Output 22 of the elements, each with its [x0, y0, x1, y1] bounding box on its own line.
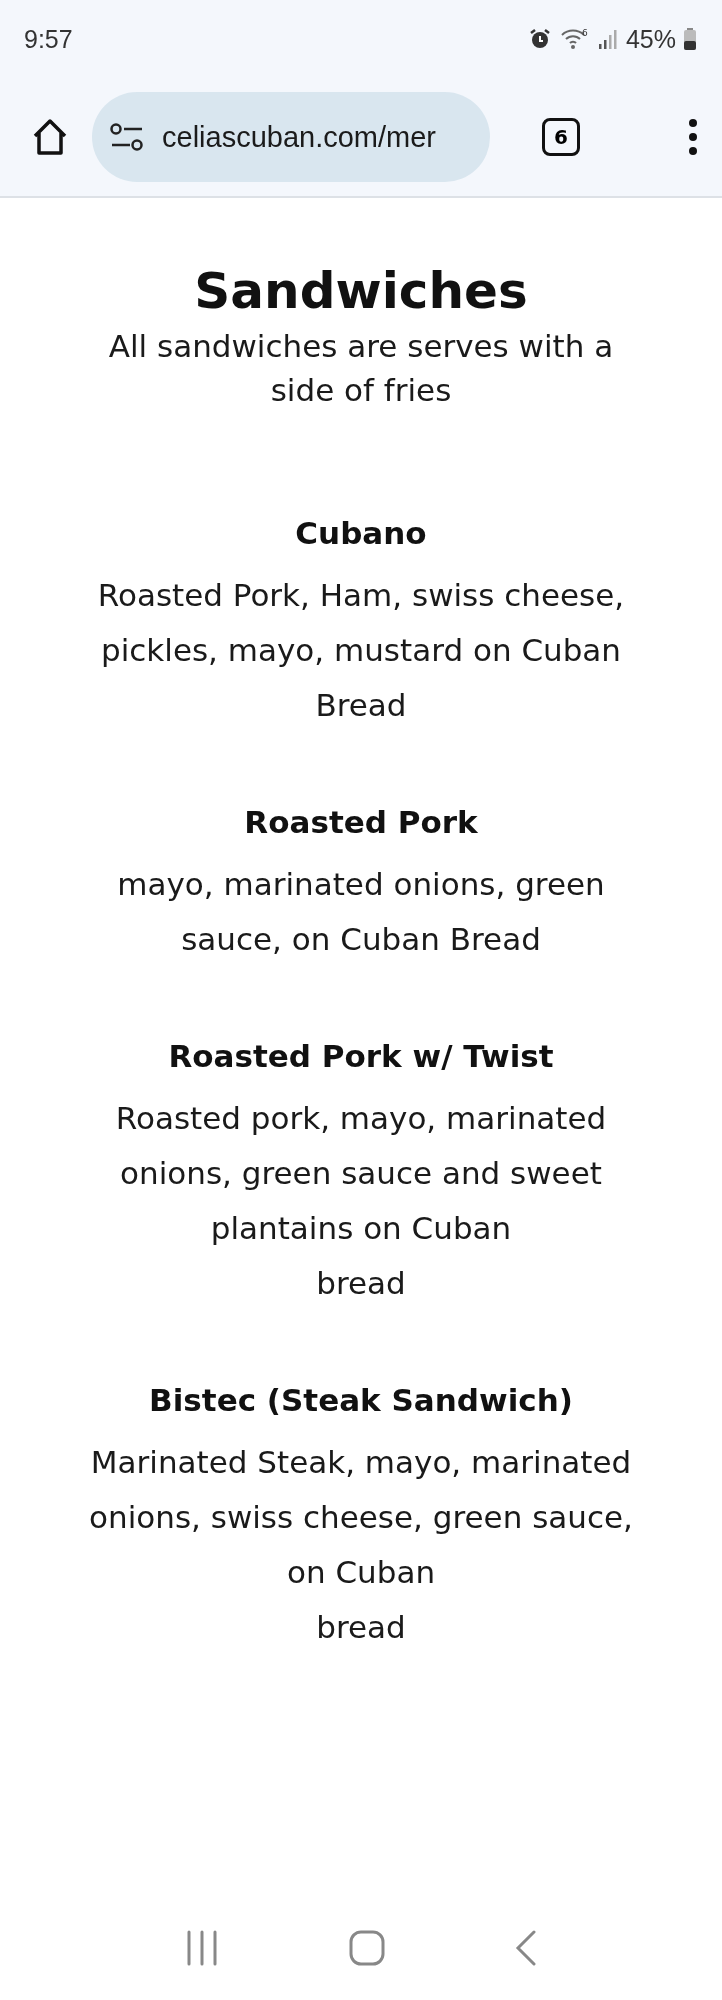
- page-title: Sandwiches: [194, 261, 528, 322]
- recent-apps-icon[interactable]: [185, 1930, 219, 1966]
- sandwich-name: Roasted Pork: [244, 803, 478, 842]
- page-subtitle: All sandwiches are serves with a side of fries: [107, 327, 615, 410]
- signal-icon: [597, 28, 618, 50]
- battery-percent: 45%: [625, 24, 676, 54]
- sandwich-name: Cubano: [295, 514, 427, 553]
- sandwich-description: mayo, marinated onions, green sauce, on Cuban Bread: [116, 865, 606, 959]
- sandwich-description: Roasted Pork, Ham, swiss cheese, pickles, mayo, mustard on Cuban Bread: [96, 576, 626, 725]
- status-time: 9:57: [24, 24, 73, 54]
- battery-icon: [684, 28, 696, 50]
- home-nav-icon[interactable]: [349, 1930, 385, 1966]
- sandwich-description: Marinated Steak, mayo, marinated onions, swiss cheese, green sauce, on Cuban bread: [88, 1443, 634, 1647]
- tab-switcher-button[interactable]: 6: [542, 118, 580, 156]
- back-icon[interactable]: [515, 1930, 537, 1966]
- sandwich-description: Roasted pork, mayo, marinated onions, green sauce and sweet plantains on Cuban bread: [114, 1099, 608, 1303]
- sandwich-name: Bistec (Steak Sandwich): [149, 1381, 573, 1420]
- address-bar[interactable]: celiascuban.com/mer: [92, 92, 490, 182]
- url-text: celiascuban.com/mer: [162, 120, 436, 154]
- site-settings-icon[interactable]: [110, 123, 144, 151]
- menu-icon[interactable]: [688, 117, 698, 157]
- sandwich-name: Roasted Pork w/ Twist: [168, 1037, 554, 1076]
